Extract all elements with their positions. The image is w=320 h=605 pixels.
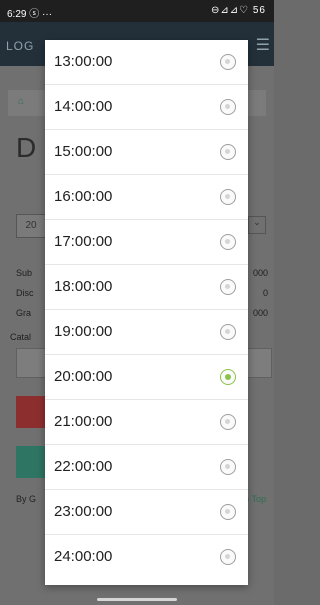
time-option-selected[interactable]: 20:00:00: [45, 355, 248, 400]
time-option[interactable]: 23:00:00: [45, 490, 248, 535]
radio-button[interactable]: [220, 549, 236, 565]
radio-button[interactable]: [220, 324, 236, 340]
chevron-down-icon[interactable]: ⌄: [248, 216, 266, 234]
radio-button[interactable]: [220, 189, 236, 205]
time-option-label: 22:00:00: [54, 458, 113, 475]
status-time: 6:29 ⓢ ···: [7, 9, 53, 20]
time-option[interactable]: 22:00:00: [45, 445, 248, 490]
cart-button[interactable]: [16, 446, 46, 478]
status-bar: 6:29 ⓢ ··· ⊖⊿⊿♡ 56: [0, 0, 274, 22]
catalog-label: Catal: [10, 332, 32, 342]
home-icon[interactable]: ⌂: [18, 96, 24, 107]
radio-button[interactable]: [220, 279, 236, 295]
date-select[interactable]: 20: [16, 214, 46, 238]
time-option[interactable]: 14:00:00: [45, 85, 248, 130]
radio-button[interactable]: [220, 414, 236, 430]
time-option-label: 21:00:00: [54, 413, 113, 430]
time-option-label: 20:00:00: [54, 368, 113, 385]
delete-button[interactable]: [16, 396, 46, 428]
time-option-label: 18:00:00: [54, 278, 113, 295]
time-option[interactable]: 15:00:00: [45, 130, 248, 175]
time-option-label: 19:00:00: [54, 323, 113, 340]
radio-button[interactable]: [220, 234, 236, 250]
app-logo: LOG: [6, 39, 35, 53]
radio-button[interactable]: [220, 54, 236, 70]
time-option[interactable]: 18:00:00: [45, 265, 248, 310]
time-option-label: 17:00:00: [54, 233, 113, 250]
discount-label: Disc: [16, 288, 34, 298]
time-option[interactable]: 13:00:00: [45, 40, 248, 85]
subtotal-label: Sub: [16, 268, 33, 278]
time-option[interactable]: 24:00:00: [45, 535, 248, 580]
time-option[interactable]: 19:00:00: [45, 310, 248, 355]
radio-button[interactable]: [220, 504, 236, 520]
radio-button[interactable]: [220, 99, 236, 115]
grand-total-label: Gra: [16, 308, 32, 318]
time-picker-dialog: 13:00:00 14:00:00 15:00:00 16:00:00 17:0…: [45, 40, 248, 585]
footer-credit: By G: [16, 494, 37, 504]
home-indicator[interactable]: [97, 598, 177, 601]
time-option-label: 16:00:00: [54, 188, 113, 205]
time-option-label: 13:00:00: [54, 53, 113, 70]
time-option[interactable]: 16:00:00: [45, 175, 248, 220]
radio-button-checked[interactable]: [220, 369, 236, 385]
menu-icon[interactable]: ☰: [256, 35, 270, 55]
time-option-label: 24:00:00: [54, 548, 113, 565]
page-title: D: [16, 132, 37, 163]
grand-total-value: 000: [252, 308, 268, 318]
time-option-label: 15:00:00: [54, 143, 113, 160]
radio-button[interactable]: [220, 144, 236, 160]
discount-value: 0: [262, 288, 268, 298]
subtotal-value: 000: [252, 268, 268, 278]
radio-button[interactable]: [220, 459, 236, 475]
status-icons: ⊖⊿⊿♡ 56: [210, 5, 266, 16]
time-option-label: 14:00:00: [54, 98, 113, 115]
time-option[interactable]: 17:00:00: [45, 220, 248, 265]
time-option-label: 23:00:00: [54, 503, 113, 520]
time-option[interactable]: 21:00:00: [45, 400, 248, 445]
